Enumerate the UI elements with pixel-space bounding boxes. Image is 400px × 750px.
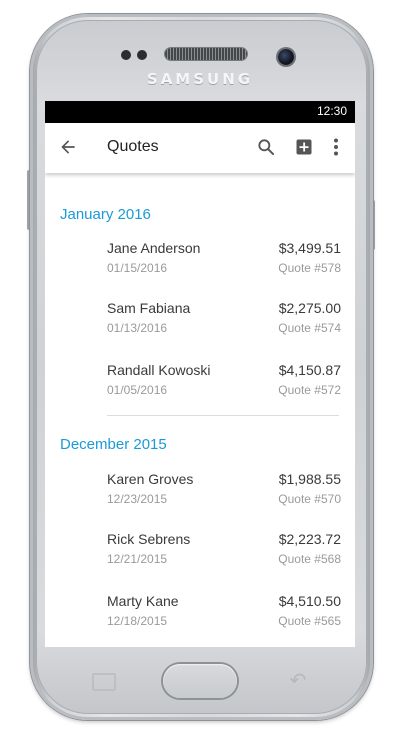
home-button[interactable] <box>163 664 237 698</box>
quote-date: 12/18/2015 <box>107 614 168 628</box>
list-item[interactable]: Randall Kowoski $4,150.87 01/05/2016 Quo… <box>45 362 355 422</box>
quote-amount: $2,223.72 <box>278 531 341 547</box>
list-item[interactable]: Sam Fabiana $2,275.00 01/13/2016 Quote #… <box>45 300 355 360</box>
section-header: December 2015 <box>60 436 167 453</box>
quote-number: Quote #565 <box>278 614 341 628</box>
add-box-icon[interactable] <box>295 138 313 156</box>
customer-name: Rick Sebrens <box>107 531 191 547</box>
back-arrow-icon[interactable] <box>58 137 78 157</box>
quote-date: 01/15/2016 <box>107 261 168 275</box>
device-brand: SAMSUNG <box>146 70 254 88</box>
quote-number: Quote #574 <box>278 321 341 335</box>
page-title: Quotes <box>107 138 159 155</box>
proximity-sensor <box>121 50 131 60</box>
list-item[interactable]: Marty Kane $4,510.50 12/18/2015 Quote #5… <box>45 593 355 647</box>
customer-name: Randall Kowoski <box>107 362 211 378</box>
recent-apps-key[interactable] <box>92 673 116 691</box>
list-item[interactable]: Jane Anderson $3,499.51 01/15/2016 Quote… <box>45 240 355 300</box>
quote-date: 12/23/2015 <box>107 492 168 506</box>
customer-name: Sam Fabiana <box>107 300 191 316</box>
customer-name: Jane Anderson <box>107 240 201 256</box>
quote-amount: $3,499.51 <box>278 240 341 256</box>
status-bar: 12:30 <box>45 101 355 123</box>
quote-number: Quote #568 <box>278 552 341 566</box>
quote-date: 01/05/2016 <box>107 383 168 397</box>
section-divider <box>107 415 339 416</box>
section-header: January 2016 <box>60 206 151 223</box>
quote-number: Quote #570 <box>278 492 341 506</box>
quote-date: 12/21/2015 <box>107 552 168 566</box>
quote-number: Quote #578 <box>278 261 341 275</box>
quote-amount: $4,150.87 <box>278 362 341 378</box>
quote-amount: $2,275.00 <box>278 300 341 316</box>
light-sensor <box>137 50 147 60</box>
quote-amount: $4,510.50 <box>278 593 341 609</box>
quote-date: 01/13/2016 <box>107 321 168 335</box>
more-vert-icon[interactable] <box>328 137 344 157</box>
screen: 12:30 Quotes January 2016 Jane Anderson … <box>45 101 355 647</box>
stage: SAMSUNG ↶ 12:30 Quotes January 2016 Jane… <box>0 0 400 750</box>
front-camera <box>278 49 294 65</box>
list-item[interactable]: Karen Groves $1,988.55 12/23/2015 Quote … <box>45 471 355 531</box>
earpiece-speaker <box>165 48 247 60</box>
customer-name: Karen Groves <box>107 471 194 487</box>
back-key-icon[interactable]: ↶ <box>285 668 311 692</box>
status-time: 12:30 <box>316 104 347 118</box>
customer-name: Marty Kane <box>107 593 179 609</box>
quote-amount: $1,988.55 <box>278 471 341 487</box>
search-icon[interactable] <box>256 137 276 157</box>
quote-number: Quote #572 <box>278 383 341 397</box>
list-item[interactable]: Rick Sebrens $2,223.72 12/21/2015 Quote … <box>45 531 355 591</box>
app-bar: Quotes <box>45 123 355 173</box>
